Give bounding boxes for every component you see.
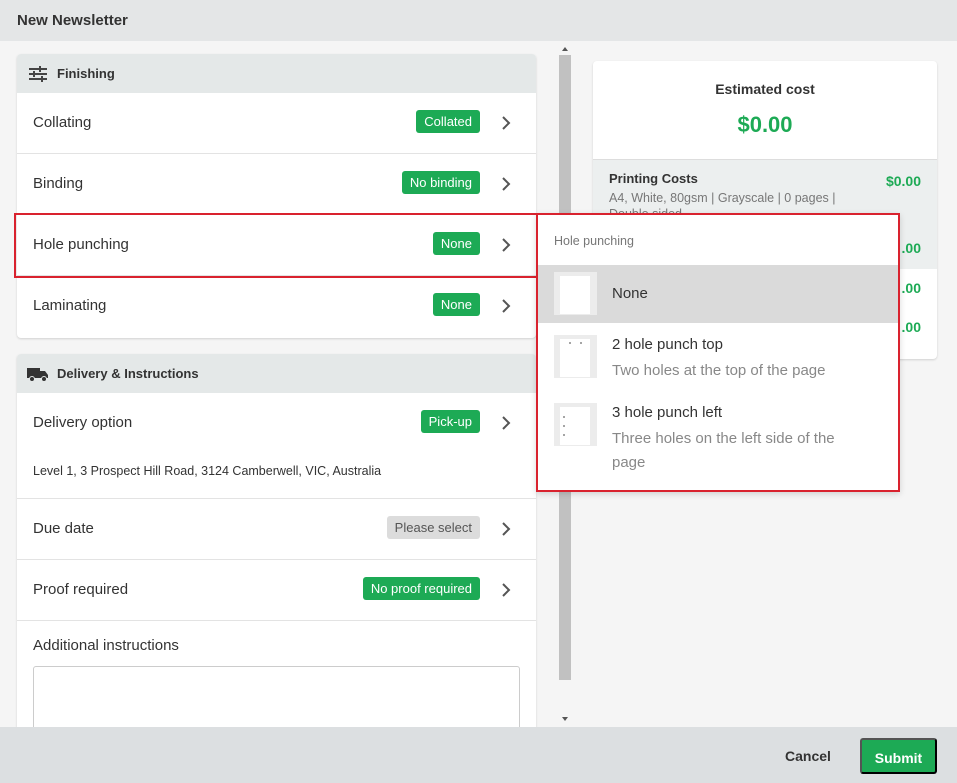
delivery-option-badge: Pick-up [420, 410, 480, 433]
page-thumbnail-icon [554, 335, 597, 378]
laminating-badge: None [432, 293, 480, 316]
delivery-address: Level 1, 3 Prospect Hill Road, 3124 Camb… [33, 464, 382, 478]
submit-button[interactable]: Submit [860, 738, 937, 774]
scroll-up-icon[interactable] [559, 44, 571, 54]
window-title: New Newsletter [17, 12, 128, 29]
page-thumbnail-icon [554, 403, 597, 446]
sliders-icon [29, 66, 47, 82]
instructions-textarea[interactable] [33, 666, 520, 727]
finishing-title: Finishing [57, 66, 115, 81]
collating-label: Collating [33, 114, 92, 131]
printing-costs-title: Printing Costs [609, 171, 698, 186]
proof-row[interactable]: Proof required No proof required [17, 560, 536, 621]
binding-label: Binding [33, 175, 84, 192]
option-description: Two holes at the top of the page [612, 362, 826, 379]
cost-line-value: .00 [901, 240, 921, 256]
instructions-row: Additional instructions [17, 621, 536, 727]
chevron-right-icon[interactable] [500, 115, 512, 131]
option-name: None [612, 285, 648, 302]
due-date-badge: Please select [386, 516, 480, 539]
laminating-label: Laminating [33, 297, 107, 314]
finishing-header: Finishing [17, 54, 536, 93]
cost-line-value: .00 [901, 319, 921, 335]
delivery-option-row[interactable]: Delivery option Pick-up Level 1, 3 Prosp… [17, 393, 536, 499]
title-bar: New Newsletter [0, 0, 957, 41]
hole-punching-dropdown: Hole punching None 2 hole punch top Two … [536, 213, 900, 492]
option-2-hole-top[interactable]: 2 hole punch top Two holes at the top of… [538, 323, 898, 391]
cost-line-value: .00 [901, 280, 921, 296]
collating-row[interactable]: Collating Collated [17, 93, 536, 154]
laminating-row[interactable]: Laminating None [17, 276, 536, 337]
page-thumbnail-icon [554, 272, 597, 315]
hole-punching-highlight [14, 213, 538, 278]
option-3-hole-left[interactable]: 3 hole punch left Three holes on the lef… [538, 391, 898, 483]
chevron-right-icon[interactable] [500, 298, 512, 314]
printing-costs-value: $0.00 [885, 173, 921, 189]
proof-badge: No proof required [362, 577, 480, 600]
scroll-down-icon[interactable] [559, 714, 571, 724]
due-date-label: Due date [33, 520, 94, 537]
finishing-card: Finishing Collating Collated Binding No … [17, 54, 536, 338]
dropdown-title: Hole punching [554, 234, 634, 248]
proof-label: Proof required [33, 581, 129, 598]
option-name: 3 hole punch left [612, 404, 723, 421]
delivery-header: Delivery & Instructions [17, 354, 536, 393]
chevron-right-icon[interactable] [500, 582, 512, 598]
option-description: Three holes on the left side of the page [612, 430, 835, 471]
delivery-title: Delivery & Instructions [57, 366, 199, 381]
estimated-cost-title: Estimated cost [715, 81, 815, 97]
delivery-option-label: Delivery option [33, 414, 133, 431]
instructions-label: Additional instructions [33, 637, 179, 654]
delivery-card: Delivery & Instructions Delivery option … [17, 354, 536, 727]
binding-row[interactable]: Binding No binding [17, 154, 536, 215]
chevron-right-icon[interactable] [500, 521, 512, 537]
option-none[interactable]: None [538, 265, 898, 323]
due-date-row[interactable]: Due date Please select [17, 499, 536, 560]
collating-badge: Collated [416, 110, 480, 133]
form-area: Finishing Collating Collated Binding No … [0, 41, 555, 727]
option-name: 2 hole punch top [612, 336, 723, 353]
chevron-right-icon[interactable] [500, 176, 512, 192]
estimated-cost-total: $0.00 [737, 112, 793, 137]
truck-icon [27, 368, 48, 382]
cancel-button[interactable]: Cancel [766, 738, 850, 774]
binding-badge: No binding [401, 171, 480, 194]
footer-bar: Cancel Submit [0, 727, 957, 783]
chevron-right-icon[interactable] [500, 415, 512, 431]
